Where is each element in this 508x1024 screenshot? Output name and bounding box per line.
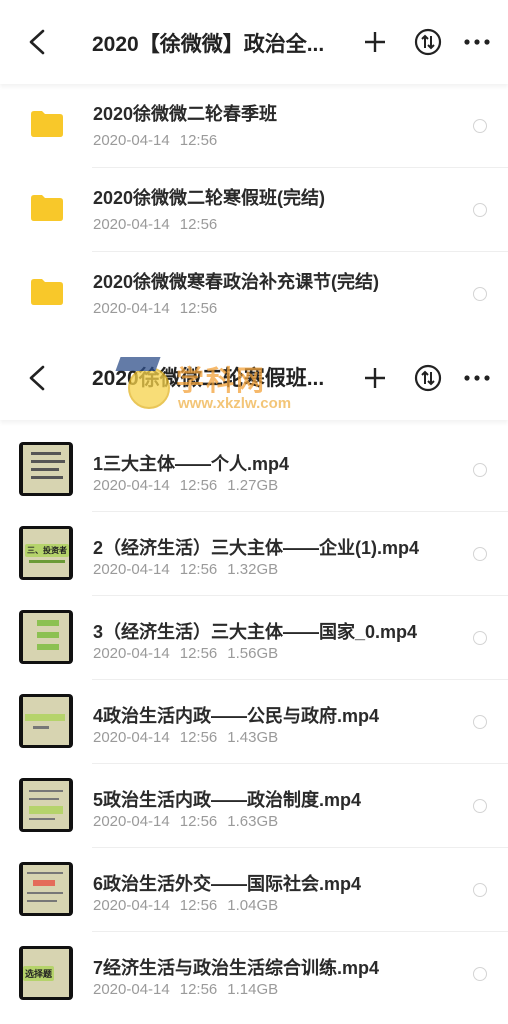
back-chevron-icon[interactable] (22, 363, 52, 393)
video-thumbnail (19, 610, 73, 664)
file-name: 3（经济生活）三大主体——国家_0.mp4 (93, 622, 418, 642)
select-radio[interactable] (473, 287, 487, 301)
file-name: 2（经济生活）三大主体——企业(1).mp4 (93, 538, 420, 558)
page-title: 2020【徐微微】政治全... (92, 33, 325, 56)
plus-icon[interactable] (360, 27, 390, 57)
back-chevron-icon[interactable] (22, 27, 52, 57)
folder-meta: 2020-04-14 12:56 (93, 300, 218, 317)
list-item[interactable]: 2020徐微微二轮寒假班(完结) 2020-04-14 12:56 (0, 168, 508, 252)
video-thumbnail (19, 778, 73, 832)
sort-updown-icon[interactable] (414, 364, 442, 392)
list-item[interactable]: 6政治生活外交——国际社会.mp4 2020-04-14 12:56 1.04GB (0, 848, 508, 932)
list-item[interactable]: 三、投资者 2（经济生活）三大主体——企业(1).mp4 2020-04-14 1… (0, 512, 508, 596)
list-item[interactable]: 选择题 7经济生活与政治生活综合训练.mp4 2020-04-14 12:56 1.… (0, 932, 508, 1016)
list-item[interactable]: 2020徐微微寒春政治补充课节(完结) 2020-04-14 12:56 (0, 252, 508, 336)
file-name: 6政治生活外交——国际社会.mp4 (93, 874, 362, 894)
folder-name: 2020徐微微二轮寒假班(完结) (93, 188, 326, 208)
video-thumbnail: 选择题 (19, 946, 73, 1000)
select-radio[interactable] (473, 967, 487, 981)
select-radio[interactable] (473, 631, 487, 645)
file-name: 5政治生活内政——政治制度.mp4 (93, 790, 362, 810)
folder-meta: 2020-04-14 12:56 (93, 216, 218, 233)
select-radio[interactable] (473, 715, 487, 729)
sort-updown-icon[interactable] (414, 28, 442, 56)
folder-name: 2020徐微微寒春政治补充课节(完结) (93, 272, 380, 292)
file-meta: 2020-04-14 12:56 1.63GB (93, 813, 279, 830)
folder-meta: 2020-04-14 12:56 (93, 132, 218, 149)
page-title: 2020徐微微二轮寒假班... (92, 367, 325, 390)
video-thumbnail (19, 862, 73, 916)
file-meta: 2020-04-14 12:56 1.43GB (93, 729, 279, 746)
folder-name: 2020徐微微二轮春季班 (93, 104, 278, 124)
select-radio[interactable] (473, 203, 487, 217)
list-item[interactable]: 2020徐微微二轮春季班 2020-04-14 12:56 (0, 84, 508, 168)
more-dots-icon[interactable] (460, 363, 494, 393)
file-meta: 2020-04-14 12:56 1.14GB (93, 981, 279, 998)
file-name: 7经济生活与政治生活综合训练.mp4 (93, 958, 380, 978)
second-header: 2020徐微微二轮寒假班... (0, 336, 508, 420)
select-radio[interactable] (473, 883, 487, 897)
select-radio[interactable] (473, 463, 487, 477)
select-radio[interactable] (473, 547, 487, 561)
file-meta: 2020-04-14 12:56 1.27GB (93, 477, 279, 494)
file-meta: 2020-04-14 12:56 1.32GB (93, 561, 279, 578)
list-item[interactable]: 3（经济生活）三大主体——国家_0.mp4 2020-04-14 12:56 1.5… (0, 596, 508, 680)
select-radio[interactable] (473, 799, 487, 813)
video-thumbnail (19, 694, 73, 748)
file-name: 1三大主体——个人.mp4 (93, 454, 290, 474)
file-meta: 2020-04-14 12:56 1.04GB (93, 897, 279, 914)
list-item[interactable]: 5政治生活内政——政治制度.mp4 2020-04-14 12:56 1.63GB (0, 764, 508, 848)
top-header: 2020【徐微微】政治全... (0, 0, 508, 84)
folder-icon (31, 195, 63, 221)
more-dots-icon[interactable] (460, 27, 494, 57)
plus-icon[interactable] (360, 363, 390, 393)
list-item[interactable]: 4政治生活内政——公民与政府.mp4 2020-04-14 12:56 1.43GB (0, 680, 508, 764)
select-radio[interactable] (473, 119, 487, 133)
folder-icon (31, 279, 63, 305)
video-thumbnail: 三、投资者 (19, 526, 73, 580)
file-meta: 2020-04-14 12:56 1.56GB (93, 645, 279, 662)
list-item[interactable]: 1三大主体——个人.mp4 2020-04-14 12:56 1.27GB (0, 428, 508, 512)
folder-icon (31, 111, 63, 137)
video-thumbnail (19, 442, 73, 496)
file-name: 4政治生活内政——公民与政府.mp4 (93, 706, 380, 726)
